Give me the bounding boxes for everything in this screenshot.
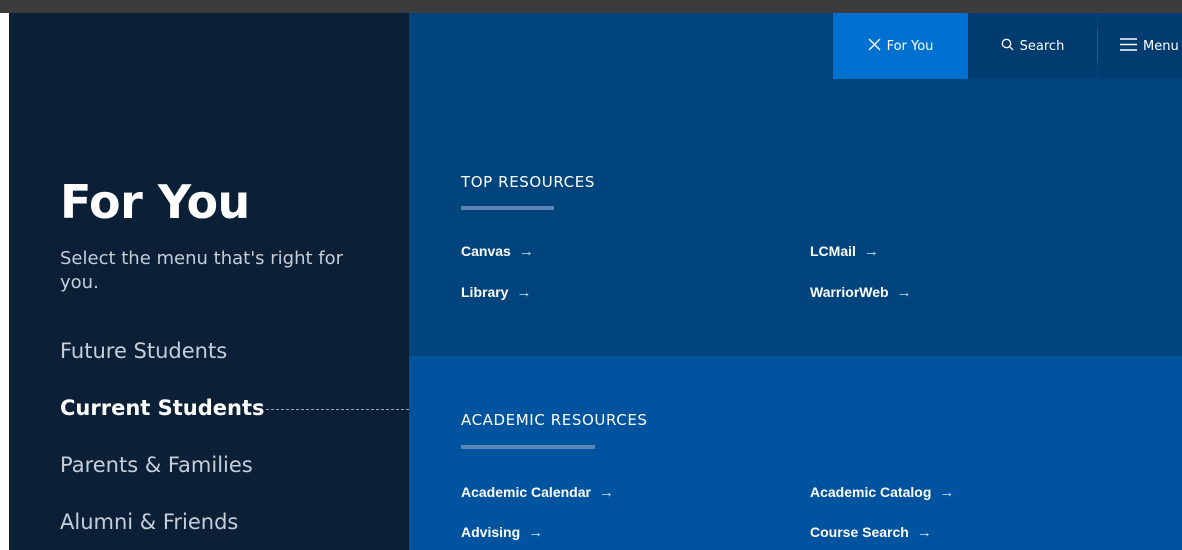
academic-resources-heading: ACADEMIC RESOURCES: [461, 411, 648, 429]
hamburger-menu-icon: [1120, 37, 1137, 55]
heading-underline: [461, 445, 595, 449]
for-you-close-button[interactable]: For You: [833, 13, 968, 79]
top-resources-heading: TOP RESOURCES: [461, 173, 595, 191]
top-strip: [0, 0, 1182, 13]
link-academic-calendar[interactable]: Academic Calendar →: [461, 484, 614, 501]
menu-button[interactable]: Menu: [1098, 13, 1182, 79]
link-warriorweb[interactable]: WarriorWeb →: [810, 284, 912, 301]
sidebar-item-current-students[interactable]: Current Students: [60, 396, 265, 420]
link-label: LCMail: [810, 243, 856, 259]
arrow-right-icon: →: [598, 484, 614, 501]
arrow-right-icon: →: [516, 284, 532, 301]
link-label: Academic Calendar: [461, 484, 591, 500]
sidebar-title: For You: [60, 175, 250, 229]
active-item-connector: [266, 409, 409, 410]
link-academic-catalog[interactable]: Academic Catalog →: [810, 484, 954, 501]
search-button[interactable]: Search: [968, 13, 1097, 79]
sidebar-item-future-students[interactable]: Future Students: [60, 339, 227, 363]
for-you-sidebar: For You Select the menu that's right for…: [9, 13, 409, 550]
link-label: Course Search: [810, 524, 909, 540]
link-label: Canvas: [461, 243, 511, 259]
link-canvas[interactable]: Canvas →: [461, 243, 534, 260]
heading-underline: [461, 206, 554, 210]
arrow-right-icon: →: [916, 524, 932, 541]
for-you-label: For You: [886, 38, 934, 54]
arrow-right-icon: →: [863, 243, 879, 260]
link-course-search[interactable]: Course Search →: [810, 524, 932, 541]
link-label: Library: [461, 284, 509, 300]
arrow-right-icon: →: [528, 524, 544, 541]
link-label: WarriorWeb: [810, 284, 889, 300]
arrow-right-icon: →: [939, 484, 955, 501]
link-advising[interactable]: Advising →: [461, 524, 543, 541]
close-icon: [868, 38, 881, 55]
sidebar-item-alumni-friends[interactable]: Alumni & Friends: [60, 510, 238, 534]
arrow-right-icon: →: [518, 243, 534, 260]
academic-resources-section: ACADEMIC RESOURCES Academic Calendar → Ac…: [409, 356, 1182, 550]
search-label: Search: [1019, 38, 1065, 54]
search-icon: [1001, 38, 1014, 55]
sidebar-item-parents-families[interactable]: Parents & Families: [60, 453, 253, 477]
menu-label: Menu: [1143, 38, 1179, 54]
sidebar-subtitle: Select the menu that's right for you.: [60, 248, 344, 293]
link-label: Advising: [461, 524, 521, 540]
arrow-right-icon: →: [896, 284, 912, 301]
link-label: Academic Catalog: [810, 484, 932, 500]
top-resources-section: For You Search Menu TOP RESOURCES Canvas…: [409, 13, 1182, 356]
link-library[interactable]: Library →: [461, 284, 531, 301]
resources-panel: For You Search Menu TOP RESOURCES Canvas…: [409, 13, 1182, 550]
link-lcmail[interactable]: LCMail →: [810, 243, 879, 260]
